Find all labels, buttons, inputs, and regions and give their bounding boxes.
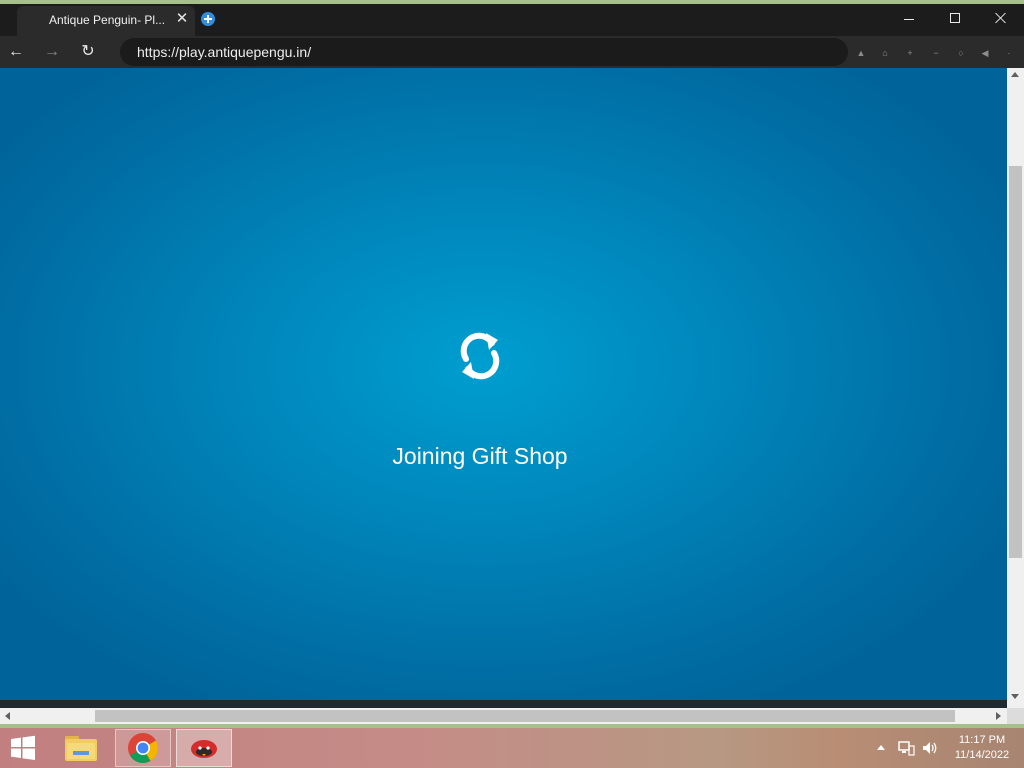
window-top-border [0,0,1024,4]
new-tab-icon[interactable] [201,12,215,26]
taskbar: 11:17 PM 11/14/2022 [0,728,1024,768]
circle-icon[interactable]: ○ [956,48,966,58]
refresh-icon [460,332,500,380]
clock-date: 11/14/2022 [954,749,1010,761]
game-viewport[interactable]: Joining Gift Shop [0,68,1007,700]
system-clock[interactable]: 11:17 PM 11/14/2022 [946,733,1018,763]
back-button[interactable]: ← [4,40,28,64]
vertical-scroll-thumb[interactable] [1009,166,1022,558]
tab-close-icon[interactable]: ✕ [175,10,189,28]
plus-icon[interactable]: + [905,48,915,58]
speaker-icon[interactable]: ◀ [980,48,990,58]
browser-toolbar: ← → ↻ https://play.antiquepengu.in/ ▲ ⌂ … [0,36,1024,68]
horizontal-scroll-thumb[interactable] [95,710,955,722]
maximize-icon [950,13,960,23]
taskbar-file-explorer[interactable] [53,729,109,767]
forward-button[interactable]: → [40,40,64,64]
address-bar-url: https://play.antiquepengu.in/ [137,44,312,60]
penguin-game-icon [191,740,217,758]
clock-time: 11:17 PM [958,734,1006,746]
close-window-button[interactable] [978,4,1024,32]
start-button[interactable] [8,735,38,761]
loading-message: Joining Gift Shop [392,443,568,469]
minimize-icon [904,19,914,20]
reload-button[interactable]: ↻ [76,40,100,64]
home-icon[interactable]: ⌂ [880,48,890,58]
scroll-left-arrow-icon[interactable] [5,712,10,720]
scrollbar-corner [1007,708,1024,724]
pin-icon[interactable]: ▲ [856,48,866,58]
browser-title-bar: Antique Penguin- Pl... ✕ [0,0,1024,36]
dot-icon[interactable]: · [1004,48,1014,58]
maximize-button[interactable] [932,4,978,32]
scroll-up-arrow-icon[interactable] [1011,72,1019,77]
show-hidden-icons-icon[interactable] [877,745,885,750]
chrome-icon [128,733,159,764]
minus-icon[interactable]: − [931,48,941,58]
folder-icon [65,736,97,761]
scroll-right-arrow-icon[interactable] [996,712,1001,720]
vertical-scrollbar[interactable] [1007,68,1024,708]
windows-logo-icon [11,735,35,760]
address-bar[interactable]: https://play.antiquepengu.in/ [120,38,848,66]
volume-icon[interactable] [921,740,939,756]
tab-antique-penguin[interactable]: Antique Penguin- Pl... ✕ [17,6,195,36]
network-icon[interactable] [897,740,915,756]
taskbar-chrome[interactable] [115,729,171,767]
scroll-down-arrow-icon[interactable] [1011,694,1019,699]
horizontal-scrollbar[interactable] [0,708,1007,724]
minimize-button[interactable] [886,4,932,32]
taskbar-antique-penguin[interactable] [176,729,232,767]
tab-title: Antique Penguin- Pl... [49,13,166,27]
